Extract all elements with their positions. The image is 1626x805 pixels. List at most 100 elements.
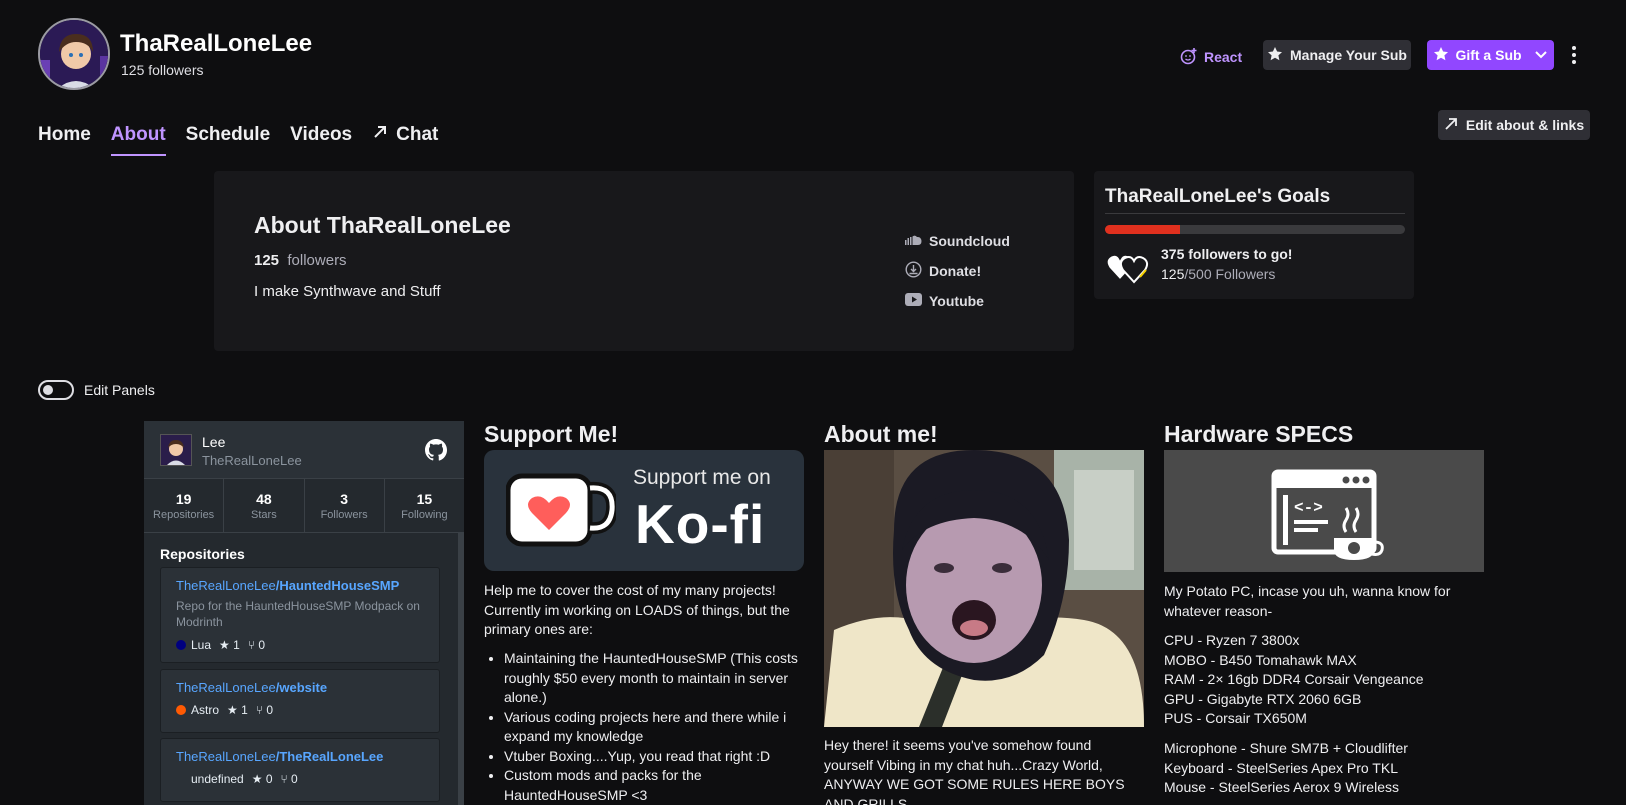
- repo-language: Lua: [176, 638, 211, 652]
- about-followers-label: followers: [287, 252, 347, 269]
- spec-line: Mouse - SteelSeries Aerox 9 Wireless: [1164, 779, 1399, 795]
- stat-value: 19: [175, 491, 192, 507]
- channel-name: ThaRealLoneLee: [120, 30, 313, 57]
- repo-stars: ★ 1: [219, 638, 240, 652]
- list-item: Various coding projects here and there w…: [504, 708, 802, 747]
- hardware-intro: My Potato PC, incase you uh, wanna know …: [1164, 583, 1451, 619]
- stat-value: 3: [340, 491, 349, 507]
- fork-icon: ⑂: [280, 772, 288, 786]
- soundcloud-link[interactable]: Soundcloud: [905, 232, 1010, 249]
- channel-avatar[interactable]: [38, 18, 110, 90]
- tab-about[interactable]: About: [110, 118, 166, 156]
- goals-progress-text: 125/500 Followers: [1161, 266, 1275, 282]
- goals-progress-bar: [1105, 225, 1405, 234]
- repo-meta: Astro ★ 1 ⑂ 0: [176, 703, 424, 717]
- stat-value: 15: [416, 491, 433, 507]
- goals-divider: [1105, 213, 1405, 214]
- spec-line: GPU - Gigabyte RTX 2060 6GB: [1164, 690, 1362, 707]
- gift-sub-button[interactable]: Gift a Sub: [1427, 40, 1554, 70]
- spec-line: MOBO - B450 Tomahawk MAX: [1164, 651, 1357, 668]
- repo-forks: ⑂ 0: [281, 772, 298, 786]
- spec-line: CPU - Ryzen 7 3800x: [1164, 632, 1300, 648]
- list-item: Custom mods and packs for the HauntedHou…: [504, 766, 802, 805]
- stat-label: Following: [401, 509, 448, 521]
- tab-videos[interactable]: Videos: [290, 118, 352, 152]
- github-stat-repositories[interactable]: 19 Repositories: [144, 479, 225, 532]
- stars-count: 1: [241, 703, 248, 717]
- repo-card[interactable]: TheRealLoneLee/TheRealLoneLee undefined …: [160, 738, 440, 802]
- github-header: Lee TheRealLoneLee: [144, 421, 464, 479]
- language-dot-icon: [176, 640, 186, 650]
- repo-title: /HauntedHouseSMP: [275, 578, 400, 593]
- repo-card[interactable]: TheRealLoneLee/HauntedHouseSMP Repo for …: [160, 567, 440, 663]
- stars-count: 0: [265, 772, 273, 786]
- chevron-down-icon: [1534, 47, 1548, 64]
- donate-link[interactable]: Donate!: [905, 260, 1010, 279]
- repo-title: /TheRealLoneLee: [275, 749, 384, 764]
- code-coffee-image: <->: [1164, 450, 1484, 572]
- github-stat-following[interactable]: 15 Following: [385, 479, 464, 532]
- github-icon[interactable]: [425, 439, 448, 461]
- repo-owner: TheRealLoneLee: [176, 578, 276, 593]
- channel-tabs: Home About Schedule Videos Chat: [38, 118, 458, 156]
- language-dot-icon: [176, 705, 186, 715]
- more-options-icon[interactable]: [1564, 40, 1584, 70]
- repo-language: Astro: [176, 703, 219, 717]
- tab-chat[interactable]: Chat: [372, 118, 438, 152]
- goals-remaining: 375 followers to go!: [1161, 246, 1293, 262]
- language-label: Lua: [191, 638, 212, 652]
- language-dot-icon: [176, 774, 186, 784]
- list-item: Vtuber Boxing....Yup, you read that righ…: [504, 747, 802, 767]
- youtube-icon: [905, 292, 922, 309]
- react-button[interactable]: React: [1180, 42, 1242, 72]
- repo-name[interactable]: TheRealLoneLee/website: [176, 680, 424, 695]
- github-stat-stars[interactable]: 48 Stars: [224, 479, 305, 532]
- repo-card[interactable]: TheRealLoneLee/website Astro ★ 1 ⑂ 0: [160, 669, 440, 733]
- hardware-specs: CPU - Ryzen 7 3800x MOBO - B450 Tomahawk…: [1164, 631, 1482, 729]
- edit-about-links-button[interactable]: Edit about & links: [1438, 110, 1590, 140]
- language-label: Astro: [191, 703, 220, 717]
- star-icon: [1267, 46, 1283, 65]
- tab-home[interactable]: Home: [38, 118, 91, 152]
- fork-icon: ⑂: [247, 638, 256, 652]
- stat-label: Followers: [320, 509, 368, 521]
- soundcloud-icon: [905, 233, 922, 249]
- stat-label: Repositories: [153, 509, 215, 521]
- scrollbar[interactable]: [458, 533, 464, 805]
- spec-line: PUS - Corsair TX650M: [1164, 710, 1307, 726]
- tab-schedule[interactable]: Schedule: [186, 118, 270, 152]
- about-description: I make Synthwave and Stuff: [254, 283, 441, 300]
- edit-panels-label: Edit Panels: [84, 382, 155, 398]
- youtube-label: Youtube: [929, 292, 984, 309]
- external-arrow-icon: [372, 124, 388, 146]
- youtube-link[interactable]: Youtube: [905, 292, 1010, 309]
- social-links: Soundcloud Donate! Youtube: [905, 232, 1010, 309]
- repo-description: Repo for the HauntedHouseSMP Modpack on …: [176, 599, 420, 629]
- manage-sub-label: Manage Your Sub: [1290, 47, 1407, 63]
- repo-stars: ★ 1: [227, 703, 248, 717]
- support-intro: Help me to cover the cost of my many pro…: [484, 582, 790, 637]
- fork-icon: ⑂: [255, 703, 263, 717]
- github-stat-followers[interactable]: 3 Followers: [305, 479, 385, 532]
- gift-sub-label: Gift a Sub: [1455, 47, 1522, 63]
- about-me-title: About me!: [824, 421, 938, 447]
- kofi-cup-icon: [505, 472, 619, 555]
- soundcloud-label: Soundcloud: [929, 232, 1010, 249]
- stars-count: 1: [233, 638, 240, 652]
- star-icon: [1433, 46, 1449, 65]
- manage-sub-button[interactable]: Manage Your Sub: [1263, 40, 1411, 70]
- kofi-big-text: Ko-fi: [635, 493, 766, 555]
- github-name: Lee: [202, 434, 226, 450]
- github-username: TheRealLoneLee: [202, 453, 302, 468]
- hearts-icon: [1106, 246, 1150, 284]
- repo-forks: ⑂ 0: [256, 703, 273, 717]
- repo-name[interactable]: TheRealLoneLee/TheRealLoneLee: [176, 749, 424, 764]
- repo-title: /website: [275, 680, 328, 695]
- kofi-banner[interactable]: Support me on Ko-fi: [484, 450, 804, 571]
- edit-panels-toggle[interactable]: [38, 380, 74, 400]
- repo-name[interactable]: TheRealLoneLee/HauntedHouseSMP: [176, 578, 424, 593]
- repo-language: undefined: [176, 772, 244, 786]
- about-followers: 125 followers: [254, 252, 347, 269]
- forks-count: 0: [266, 703, 274, 717]
- repo-meta: Lua ★ 1 ⑂ 0: [176, 638, 424, 652]
